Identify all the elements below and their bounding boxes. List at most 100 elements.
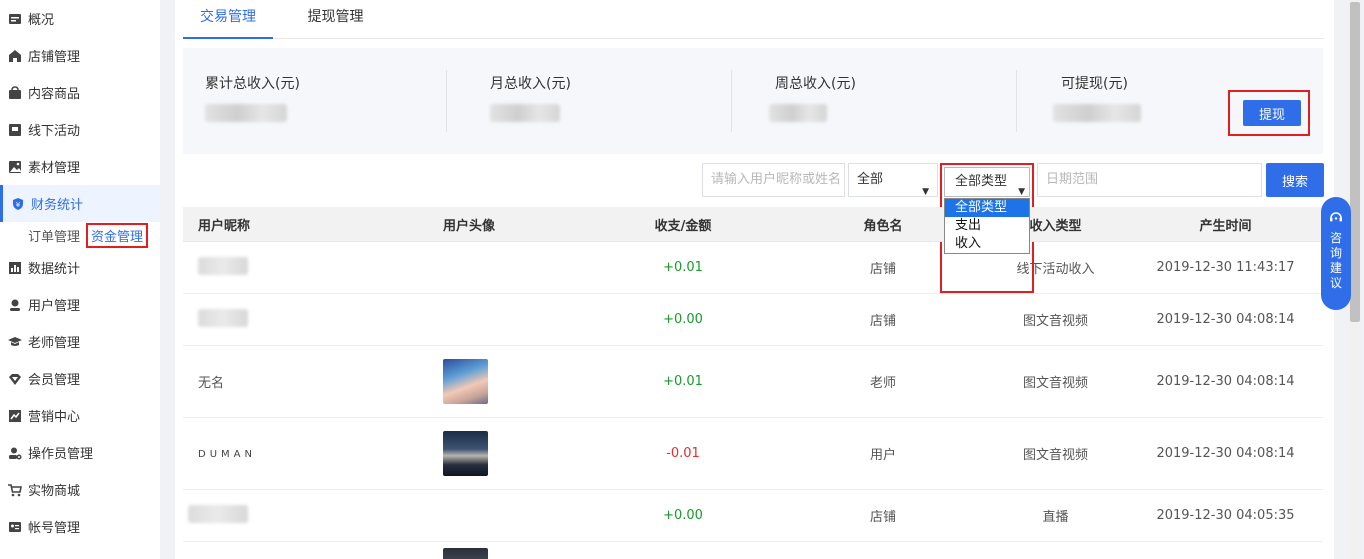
- sidebar-item-offline[interactable]: 线下活动: [0, 111, 160, 148]
- id-card-icon: [8, 520, 22, 534]
- cell-amount: +0.00: [663, 312, 703, 327]
- divider: [446, 70, 447, 132]
- tab-withdrawals[interactable]: 提现管理: [298, 0, 373, 39]
- type-select-value: 全部类型: [955, 174, 1008, 189]
- tab-transactions[interactable]: 交易管理: [183, 0, 273, 39]
- avatar: [443, 431, 488, 476]
- sidebar-item-label: 实物商城: [28, 484, 81, 499]
- sidebar-item-users[interactable]: 用户管理: [0, 286, 160, 323]
- cell-type: 直播: [1042, 510, 1069, 525]
- sidebar-item-label: 数据统计: [28, 262, 81, 277]
- type-option-all[interactable]: 全部类型: [945, 199, 1029, 217]
- table-row: DUMAN -0.01 用户 图文音视频 2019-12-30 04:08:14: [183, 418, 1323, 490]
- table-row: [183, 542, 1323, 559]
- search-button[interactable]: 搜索: [1266, 163, 1324, 197]
- sidebar-item-operators[interactable]: 操作员管理: [0, 434, 160, 471]
- sidebar-item-material[interactable]: 素材管理: [0, 148, 160, 185]
- diamond-icon: [8, 372, 22, 386]
- consult-char: 议: [1329, 276, 1342, 290]
- sidebar-item-label: 线下活动: [28, 124, 81, 139]
- stat-label: 可提现(元): [1061, 76, 1128, 92]
- type-option-expense[interactable]: 支出: [945, 217, 1029, 235]
- stat-label: 月总收入(元): [490, 76, 571, 92]
- table-row: +0.00 店铺 直播 2019-12-30 04:05:35: [183, 490, 1323, 542]
- type-select[interactable]: 全部类型 ▼: [944, 167, 1030, 197]
- scroll-thumb[interactable]: [1350, 2, 1360, 322]
- main-content: 交易管理 提现管理 累计总收入(元) 月总收入(元) 周总收入(元) 可提现(元…: [175, 0, 1334, 559]
- col-avatar: 用户头像: [443, 218, 496, 234]
- col-amount: 收支/金额: [654, 218, 712, 234]
- cell-type: 图文音视频: [1022, 376, 1088, 391]
- submenu-order-management[interactable]: 订单管理: [28, 226, 80, 245]
- stat-label: 累计总收入(元): [205, 76, 300, 92]
- sidebar-item-label: 营销中心: [28, 410, 81, 425]
- cell-nickname: 无名: [198, 376, 225, 391]
- sidebar-item-account[interactable]: 帐号管理: [0, 508, 160, 545]
- sidebar-item-finance[interactable]: ¥ 财务统计: [0, 185, 160, 222]
- cell-nickname: [183, 308, 413, 331]
- nickname-text: DUMAN: [198, 449, 256, 460]
- cell-role: 店铺: [869, 314, 896, 329]
- table-row: 无名 +0.01 老师 图文音视频 2019-12-30 04:08:14: [183, 346, 1323, 418]
- cell-type: 线下活动收入: [1016, 262, 1095, 277]
- table-row: +0.00 店铺 图文音视频 2019-12-30 04:08:14: [183, 294, 1323, 346]
- sidebar-item-marketing[interactable]: 营销中心: [0, 397, 160, 434]
- sidebar-item-label: 财务统计: [31, 198, 84, 213]
- sidebar-item-label: 操作员管理: [28, 447, 94, 462]
- nickname-redacted: [198, 256, 248, 275]
- image-icon: [8, 160, 22, 174]
- sidebar-item-teachers[interactable]: 老师管理: [0, 323, 160, 360]
- cell-avatar: [413, 359, 583, 404]
- sidebar-item-label: 素材管理: [28, 161, 81, 176]
- shield-icon: ¥: [11, 197, 25, 211]
- search-input[interactable]: 请输入用户昵称或姓名: [702, 163, 845, 197]
- trend-icon: [8, 409, 22, 423]
- sidebar-item-data-stats[interactable]: 数据统计: [0, 249, 160, 286]
- sidebar-item-members[interactable]: 会员管理: [0, 360, 160, 397]
- consult-suggest-button[interactable]: 咨 询 建 议: [1321, 197, 1351, 310]
- graduation-cap-icon: [8, 335, 22, 349]
- consult-char: 询: [1329, 246, 1342, 260]
- date-range-input[interactable]: 日期范围: [1037, 163, 1262, 197]
- withdraw-button[interactable]: 提现: [1243, 100, 1301, 126]
- role-select-value: 全部: [857, 172, 884, 187]
- sidebar-item-label: 用户管理: [28, 299, 81, 314]
- transactions-table: 用户昵称 用户头像 收支/金额 角色名 收入类型 产生时间 +0.01 店铺 线…: [183, 207, 1323, 559]
- type-dropdown: 全部类型 支出 收入: [944, 198, 1030, 254]
- sidebar-item-label: 帐号管理: [28, 521, 81, 536]
- bag-icon: [8, 85, 22, 100]
- sidebar: 概况 店铺管理 内容商品 线下活动 素材管理 ¥ 财务统计 订单管理 资金管理 …: [0, 0, 160, 559]
- stat-label: 周总收入(元): [775, 76, 856, 92]
- caret-down-icon: ▼: [922, 187, 929, 197]
- bar-chart-icon: [8, 261, 22, 275]
- consult-char: 咨: [1329, 231, 1342, 245]
- nickname-redacted: [198, 308, 248, 327]
- cell-amount: +0.01: [663, 374, 703, 389]
- consult-char: 建: [1329, 261, 1342, 275]
- stat-value-redacted: [769, 104, 827, 122]
- sidebar-item-overview[interactable]: 概况: [0, 0, 160, 37]
- headset-icon: [1330, 212, 1342, 222]
- type-option-income[interactable]: 收入: [945, 235, 1029, 253]
- avatar: [443, 548, 488, 559]
- finance-submenu: 订单管理 资金管理: [0, 222, 160, 249]
- cell-amount: +0.00: [663, 508, 703, 523]
- cell-avatar: [413, 536, 583, 559]
- sidebar-item-label: 概况: [28, 13, 55, 28]
- sidebar-item-shop[interactable]: 店铺管理: [0, 37, 160, 74]
- sidebar-item-mall[interactable]: 实物商城: [0, 471, 160, 508]
- submenu-fund-management[interactable]: 资金管理: [86, 223, 149, 248]
- cell-role: 店铺: [869, 510, 896, 525]
- cell-role: 用户: [869, 448, 896, 463]
- cell-role: 店铺: [869, 262, 896, 277]
- table-row: +0.01 店铺 线下活动收入 2019-12-30 11:43:17: [183, 242, 1323, 294]
- filter-bar: 请输入用户昵称或姓名 全部 ▼ 全部类型 ▼ 全部类型 支出 收入 日期范围 搜…: [175, 163, 1334, 293]
- cart-icon: [8, 483, 22, 497]
- withdraw-highlight: 提现: [1228, 90, 1310, 136]
- cell-time: 2019-12-30 04:08:14: [1156, 312, 1295, 327]
- cell-avatar: [413, 431, 583, 476]
- cell-amount: +0.01: [663, 260, 703, 275]
- flag-icon: [8, 123, 22, 137]
- sidebar-item-content[interactable]: 内容商品: [0, 74, 160, 111]
- role-select[interactable]: 全部 ▼: [848, 163, 938, 197]
